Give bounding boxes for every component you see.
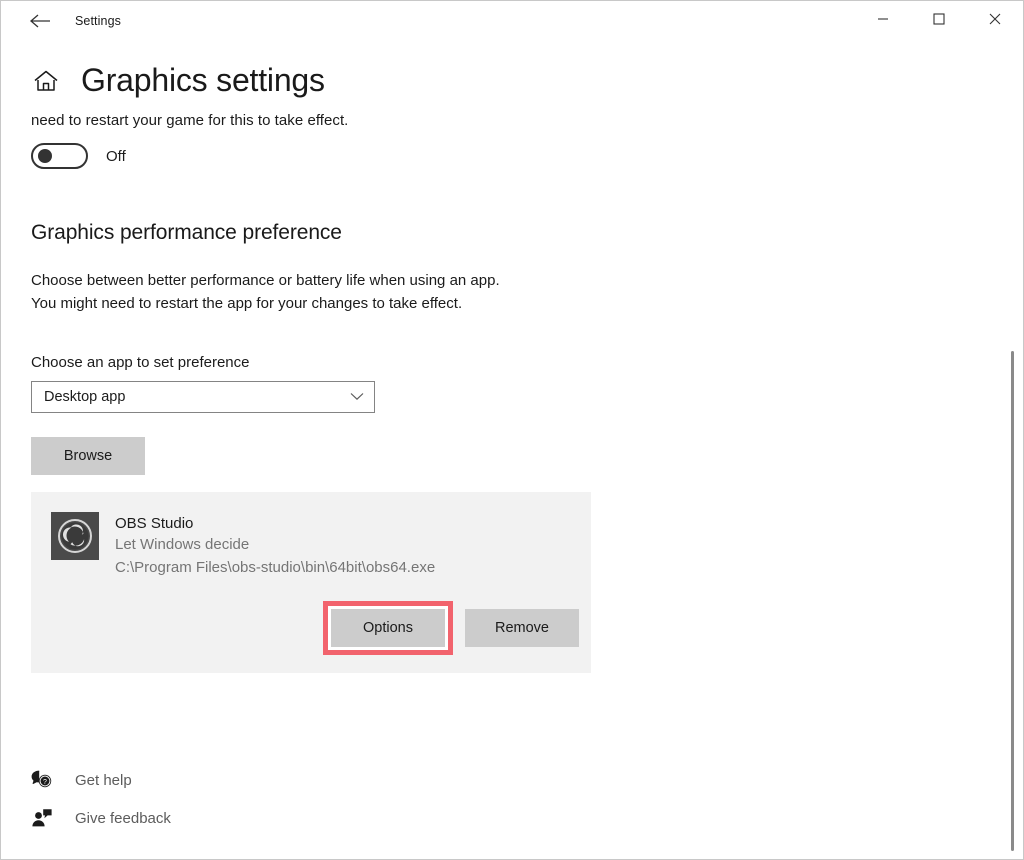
footer-links: ? Get help Give feedback (31, 761, 271, 837)
performance-description-line2: You might need to restart the app for yo… (31, 295, 463, 313)
options-highlight-box: Options (323, 601, 453, 656)
maximize-icon (933, 12, 945, 30)
app-type-dropdown[interactable]: Desktop app (31, 380, 375, 413)
app-entry-info: OBS Studio Let Windows decide C:\Program… (51, 511, 579, 580)
game-mode-toggle-row: Off (31, 143, 1023, 170)
home-icon[interactable] (31, 66, 61, 96)
give-feedback-label: Give feedback (75, 809, 171, 827)
window-controls (855, 1, 1023, 41)
app-entry-actions: Options Remove (51, 601, 579, 656)
settings-window: Settings Graphics settings need to resta… (0, 0, 1024, 860)
maximize-button[interactable] (911, 1, 967, 41)
app-type-dropdown-value: Desktop app (44, 388, 126, 405)
window-title: Settings (75, 14, 121, 28)
toggle-state-label: Off (106, 147, 126, 165)
toggle-knob (38, 149, 52, 164)
get-help-label: Get help (75, 771, 132, 789)
scrollbar-thumb[interactable] (1011, 351, 1014, 851)
section-title-performance: Graphics performance preference (31, 221, 342, 245)
performance-description-line1: Choose between better performance or bat… (31, 272, 500, 290)
browse-button[interactable]: Browse (31, 436, 145, 475)
title-bar: Settings (1, 1, 1023, 41)
svg-text:?: ? (43, 779, 47, 786)
vertical-scrollbar[interactable] (1004, 41, 1020, 859)
clipped-description: need to restart your game for this to ta… (31, 112, 349, 130)
feedback-person-icon (31, 807, 53, 829)
get-help-link[interactable]: ? Get help (31, 761, 271, 799)
performance-description: Choose between better performance or bat… (31, 269, 631, 316)
app-preference: Let Windows decide (115, 536, 250, 554)
back-button[interactable] (17, 5, 63, 37)
close-icon (989, 12, 1001, 30)
minimize-icon (877, 12, 889, 30)
help-bubble-icon: ? (31, 769, 53, 791)
app-name: OBS Studio (115, 514, 194, 532)
settings-content: Graphics settings need to restart your g… (1, 41, 1023, 674)
back-arrow-icon (29, 12, 51, 30)
minimize-button[interactable] (855, 1, 911, 41)
give-feedback-link[interactable]: Give feedback (31, 799, 271, 837)
app-entry-meta: OBS Studio Let Windows decide C:\Program… (115, 512, 435, 580)
app-entry-card: OBS Studio Let Windows decide C:\Program… (31, 491, 591, 674)
close-button[interactable] (967, 1, 1023, 41)
app-select-label: Choose an app to set preference (31, 353, 250, 371)
page-title: Graphics settings (81, 62, 325, 98)
options-button[interactable]: Options (331, 609, 445, 648)
remove-button[interactable]: Remove (465, 609, 579, 648)
app-path: C:\Program Files\obs-studio\bin\64bit\ob… (115, 558, 436, 576)
chevron-down-icon (350, 392, 364, 401)
hardware-scheduling-toggle[interactable] (31, 143, 88, 170)
obs-studio-icon (51, 511, 99, 560)
page-header: Graphics settings (31, 62, 1023, 98)
